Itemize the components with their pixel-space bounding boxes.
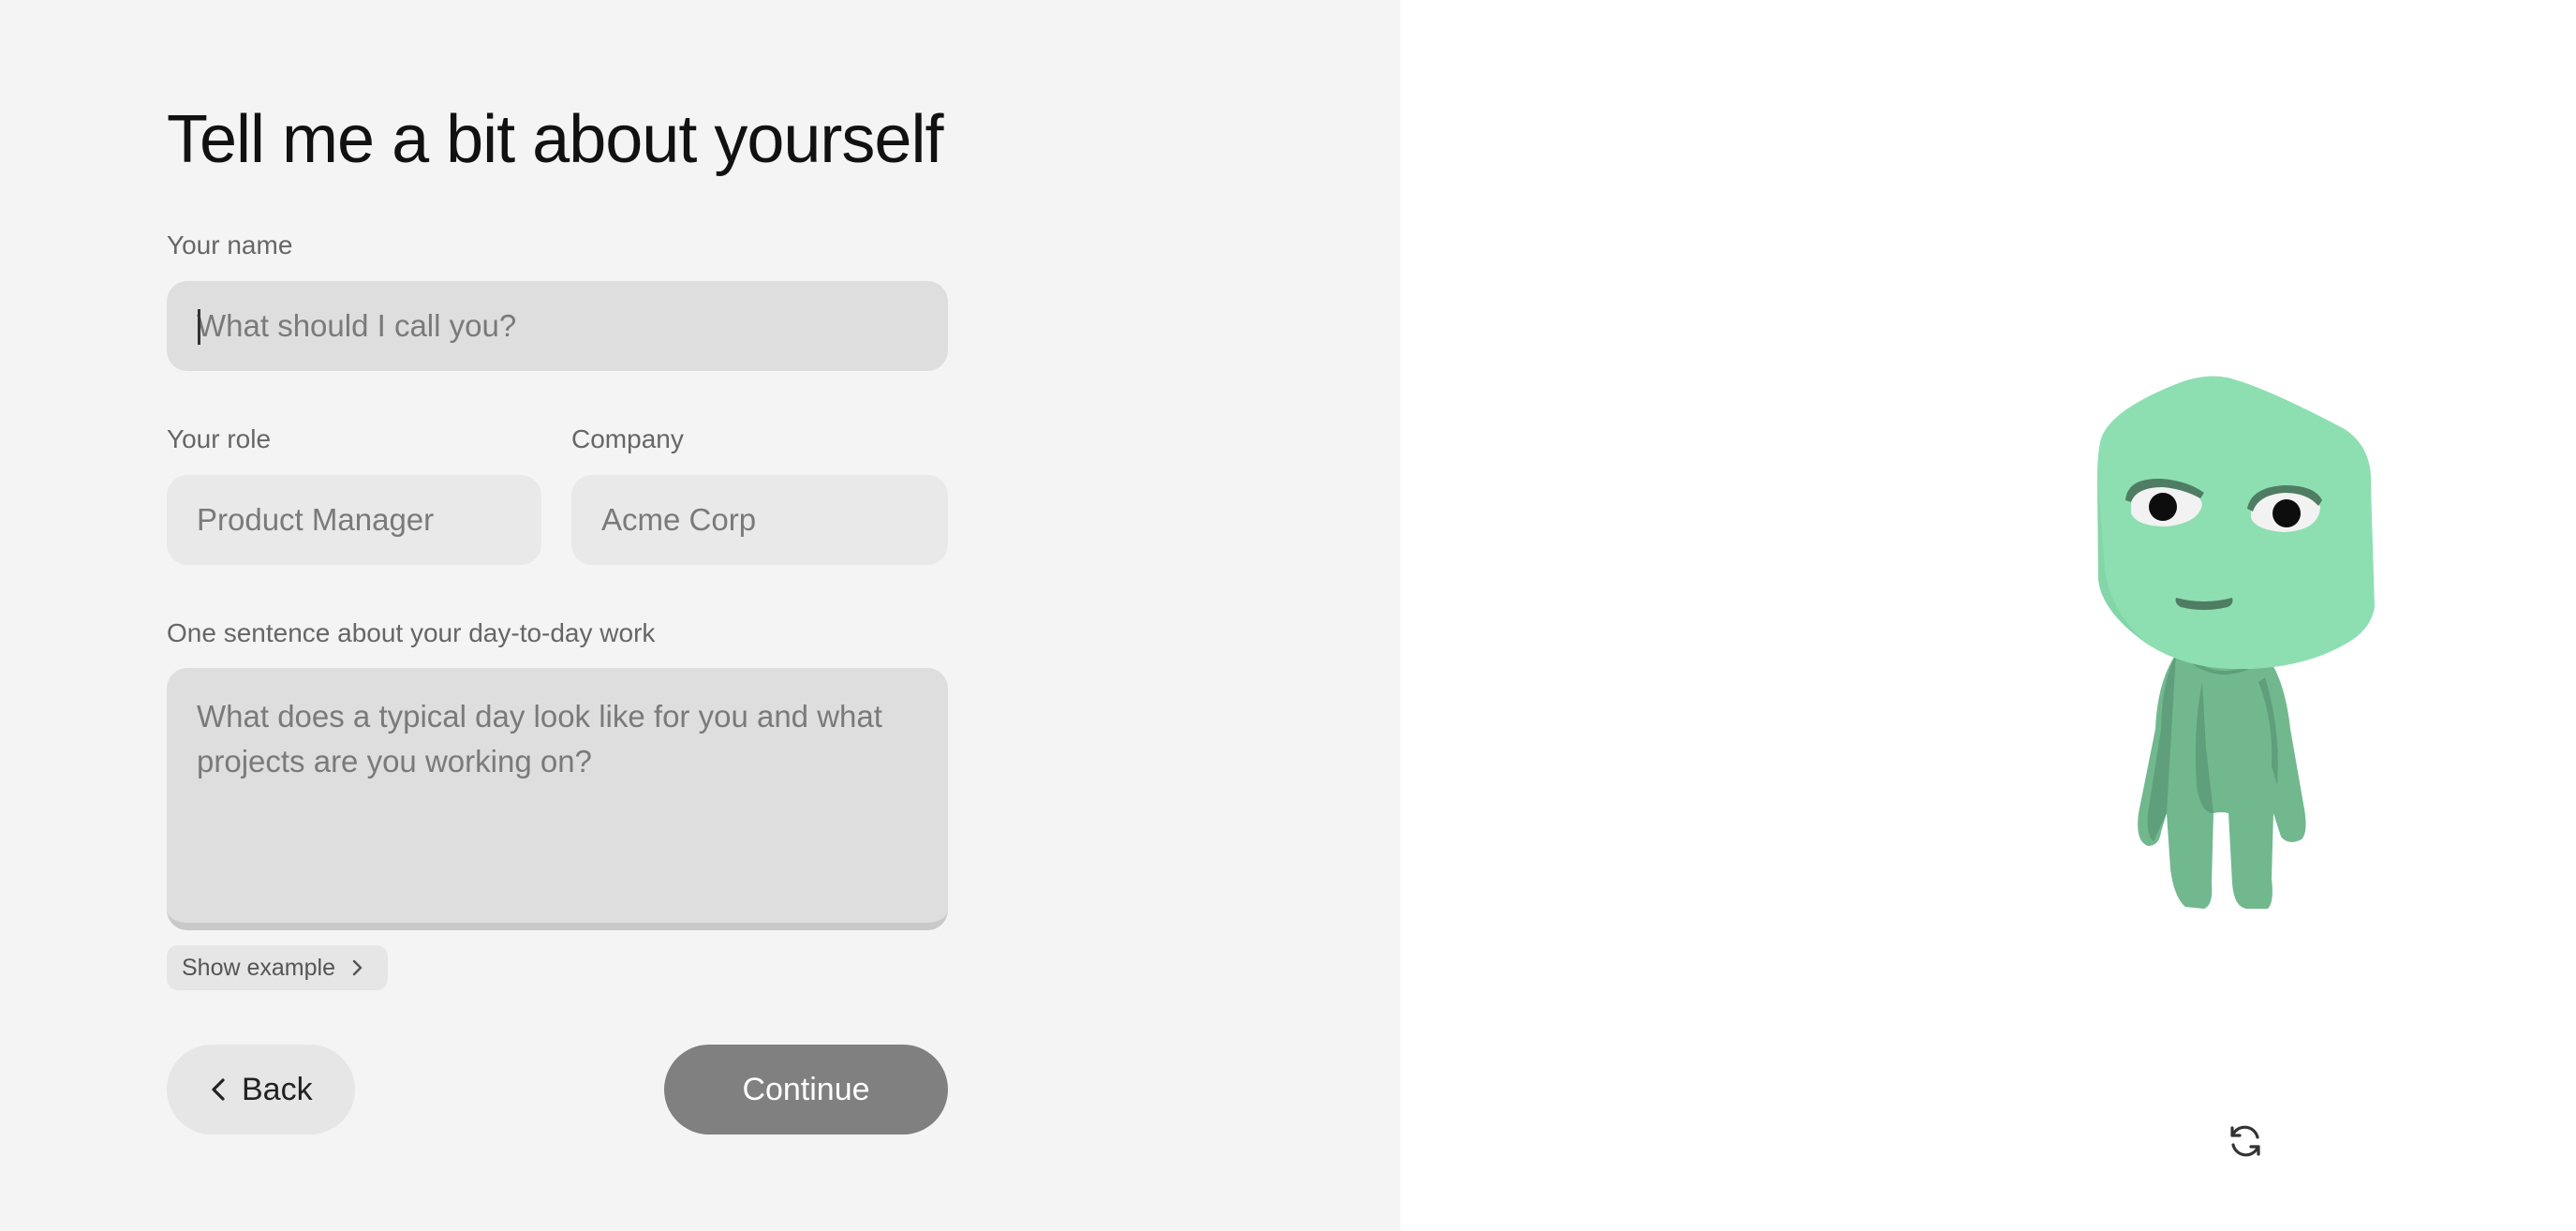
refresh-icon [2230, 1125, 2260, 1157]
chevron-right-icon [352, 959, 363, 976]
show-example-label: Show example [182, 955, 335, 981]
work-description-textarea[interactable] [167, 668, 948, 930]
back-label: Back [242, 1071, 313, 1107]
back-button[interactable]: Back [167, 1045, 355, 1135]
name-input[interactable] [167, 281, 948, 371]
show-example-button[interactable]: Show example [167, 945, 388, 990]
work-label: One sentence about your day-to-day work [167, 618, 656, 647]
company-label: Company [571, 424, 684, 453]
form-panel: Tell me a bit about yourself Your name Y… [0, 0, 1400, 1231]
chevron-left-icon [212, 1078, 225, 1101]
name-label: Your name [167, 230, 293, 260]
onboarding-page: Tell me a bit about yourself Your name Y… [0, 0, 2576, 1231]
character-avatar-icon [2097, 376, 2375, 909]
continue-button[interactable]: Continue [664, 1045, 948, 1135]
role-input[interactable] [167, 475, 541, 565]
company-input[interactable] [571, 475, 948, 565]
continue-label: Continue [742, 1071, 870, 1107]
avatar-panel [1400, 0, 2576, 1231]
role-label: Your role [167, 424, 272, 453]
refresh-avatar-button[interactable] [2223, 1119, 2268, 1164]
text-cursor [198, 309, 200, 345]
page-title: Tell me a bit about yourself [167, 102, 943, 177]
